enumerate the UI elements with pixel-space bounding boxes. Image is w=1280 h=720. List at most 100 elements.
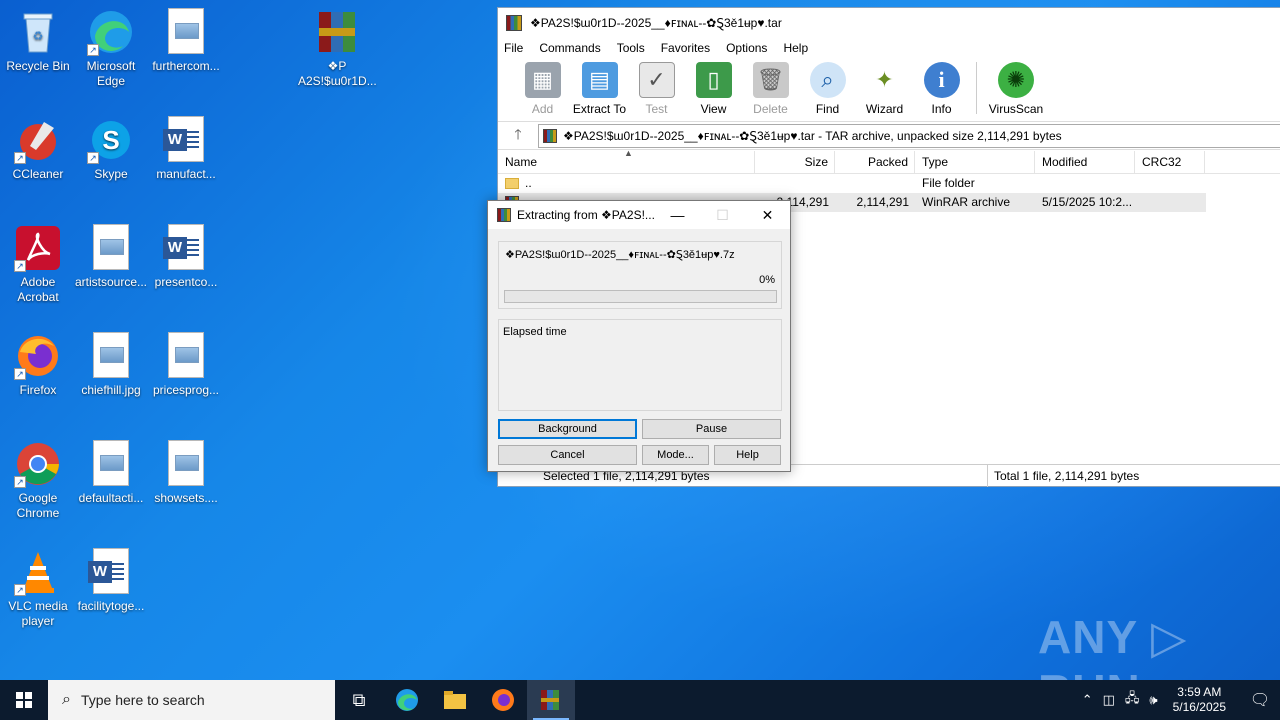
desktop-icon-artistsource[interactable]: artistsource... (73, 224, 149, 290)
add-label: Add (531, 102, 554, 116)
clock-time: 3:59 AM (1177, 685, 1222, 699)
time-panel: Elapsed time (498, 319, 782, 411)
desktop-icon-pricesprog[interactable]: pricesprog... (148, 332, 224, 398)
chrome-icon: ↗ (14, 440, 62, 488)
task-view-icon[interactable]: ⧉ (335, 680, 383, 720)
winrar-titlebar[interactable]: ❖PA2S!$ɯ0r1D--2025__♦ꜰɪɴᴀʟ--✿Ȿ3ě1ʉp♥.tar (498, 8, 1280, 38)
menu-options[interactable]: Options (726, 41, 767, 55)
column-size[interactable]: Size (755, 151, 835, 173)
virusscan-label: VirusScan (988, 102, 1044, 116)
word-file-icon: W (163, 116, 204, 162)
desktop-icon-edge[interactable]: ↗ Microsoft Edge (73, 8, 149, 89)
taskbar-firefox-icon[interactable] (479, 680, 527, 720)
view-button[interactable]: ▯ View (685, 58, 742, 116)
virusscan-button[interactable]: ✺ VirusScan (983, 58, 1049, 116)
svg-text:S: S (102, 125, 119, 155)
desktop-icon-vlc[interactable]: ↗ VLC media player (0, 548, 76, 629)
clock-date: 5/16/2025 (1172, 700, 1226, 714)
desktop-icon-skype[interactable]: S ↗ Skype (73, 116, 149, 182)
notification-icon[interactable]: 🗨 (1240, 690, 1280, 710)
row-name: .. (525, 176, 532, 190)
progress-bar (504, 290, 777, 303)
find-label: Find (815, 102, 840, 116)
desktop-icon-rar-archive[interactable]: ❖P A2S!$ɯ0r1D... (298, 8, 377, 89)
column-type[interactable]: Type (915, 151, 1035, 173)
menu-help[interactable]: Help (783, 41, 808, 55)
desktop-icon-furthercom[interactable]: furthercom... (148, 8, 224, 74)
up-arrow-icon[interactable]: 🡑 (498, 124, 538, 148)
taskbar-winrar-icon[interactable] (527, 680, 575, 720)
toolbar-separator (976, 62, 977, 114)
desktop-icon-showsets[interactable]: showsets.... (148, 440, 224, 506)
desktop-icon-chiefhill[interactable]: chiefhill.jpg (73, 332, 149, 398)
wizard-button[interactable]: ✦ Wizard (856, 58, 913, 116)
svg-text:♻: ♻ (33, 29, 44, 43)
dialog-titlebar[interactable]: Extracting from ❖PA2S!... — ☐ ✕ (488, 201, 790, 229)
taskbar-edge-icon[interactable] (383, 680, 431, 720)
test-button[interactable]: ✓ Test (628, 58, 685, 116)
chevron-up-icon[interactable]: ⌃ (1082, 692, 1093, 708)
desktop-icon-label: manufact... (156, 167, 216, 181)
image-file-icon (93, 440, 129, 486)
recycle-bin-icon: ♻ (14, 8, 62, 56)
desktop-icon-label: ❖P A2S!$ɯ0r1D... (298, 59, 377, 88)
volume-icon[interactable]: 🕪 (1149, 692, 1157, 708)
taskbar-search[interactable]: ⌕ Type here to search (48, 680, 335, 720)
extract-to-button[interactable]: ▤ Extract To (571, 58, 628, 116)
wizard-label: Wizard (865, 102, 904, 116)
menu-file[interactable]: File (504, 41, 523, 55)
desktop-icon-acrobat[interactable]: ↗ Adobe Acrobat (0, 224, 76, 305)
column-modified[interactable]: Modified (1035, 151, 1135, 173)
image-file-icon (168, 8, 204, 54)
add-button[interactable]: ▦ Add (514, 58, 571, 116)
pause-button[interactable]: Pause (642, 419, 781, 439)
word-file-icon: W (88, 548, 129, 594)
mode-button[interactable]: Mode... (642, 445, 709, 465)
clock[interactable]: 3:59 AM 5/16/2025 (1173, 685, 1226, 715)
row-modified: 5/15/2025 10:2... (1042, 195, 1133, 209)
progress-panel: ❖PA2S!$ɯ0r1D--2025__♦ꜰɪɴᴀʟ--✿Ȿ3ě1ʉp♥.7z … (498, 241, 782, 309)
desktop-icon-ccleaner[interactable]: ↗ CCleaner (0, 116, 76, 182)
list-item-parent-folder[interactable]: .. File folder (498, 174, 1280, 193)
find-button[interactable]: ⌕ Find (799, 58, 856, 116)
delete-button[interactable]: 🗑 Delete (742, 58, 799, 116)
desktop-icon-manufact[interactable]: W manufact... (148, 116, 224, 182)
desktop-icon-label: Microsoft Edge (86, 59, 136, 88)
info-button[interactable]: i Info (913, 58, 970, 116)
network-icon[interactable]: 🖧 (1125, 689, 1140, 711)
background-button[interactable]: Background (498, 419, 637, 439)
desktop-icon-label: Adobe Acrobat (17, 275, 59, 304)
desktop-icon-chrome[interactable]: ↗ Google Chrome (0, 440, 76, 521)
address-field[interactable]: ❖PA2S!$ɯ0r1D--2025__♦ꜰɪɴᴀʟ--✿Ȿ3ě1ʉp♥.tar… (538, 123, 1280, 148)
winrar-app-icon (506, 15, 522, 31)
desktop-icon-label: facilitytoge... (77, 599, 145, 613)
desktop-icon-presentco[interactable]: W presentco... (148, 224, 224, 290)
dialog-title: Extracting from ❖PA2S!... (517, 208, 655, 222)
delete-label: Delete (753, 102, 788, 116)
desktop-icon-label: furthercom... (152, 59, 220, 73)
vlc-icon: ↗ (14, 548, 62, 596)
desktop-icon-defaultacti[interactable]: defaultacti... (73, 440, 149, 506)
minimize-icon[interactable]: — (655, 207, 700, 224)
desktop-icon-recycle-bin[interactable]: ♻ Recycle Bin (0, 8, 76, 74)
close-icon[interactable]: ✕ (745, 207, 790, 224)
extract-dialog[interactable]: Extracting from ❖PA2S!... — ☐ ✕ ❖PA2S!$ɯ… (487, 200, 791, 472)
menu-favorites[interactable]: Favorites (661, 41, 710, 55)
menu-tools[interactable]: Tools (617, 41, 645, 55)
menubar: File Commands Tools Favorites Options He… (498, 38, 1280, 58)
start-button[interactable] (0, 680, 48, 720)
windows-logo-icon (16, 692, 32, 708)
meet-now-icon[interactable]: ◫ (1103, 692, 1115, 708)
extract-filename: ❖PA2S!$ɯ0r1D--2025__♦ꜰɪɴᴀʟ--✿Ȿ3ě1ʉp♥.7z (505, 249, 735, 261)
skype-icon: S ↗ (87, 116, 135, 164)
file-explorer-icon[interactable] (431, 680, 479, 720)
archive-icon (543, 128, 557, 143)
column-crc32[interactable]: CRC32 (1135, 151, 1205, 173)
image-file-icon (168, 440, 204, 486)
column-packed[interactable]: Packed (835, 151, 915, 173)
desktop-icon-facilitytoge[interactable]: W facilitytoge... (73, 548, 149, 614)
cancel-button[interactable]: Cancel (498, 445, 637, 465)
menu-commands[interactable]: Commands (539, 41, 600, 55)
help-button[interactable]: Help (714, 445, 781, 465)
desktop-icon-firefox[interactable]: ↗ Firefox (0, 332, 76, 398)
